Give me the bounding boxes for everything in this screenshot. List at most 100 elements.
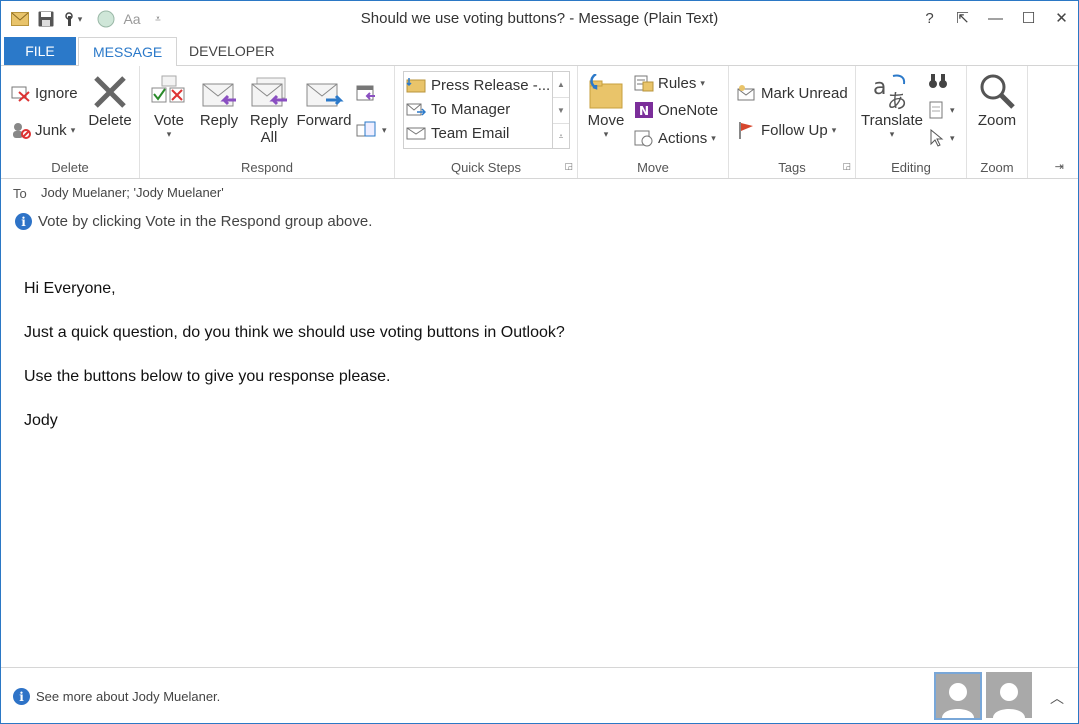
group-respond: Vote ▾ Reply Reply All Forward ▾ Respond xyxy=(140,66,395,178)
pin-ribbon-icon[interactable]: ⇥ xyxy=(1055,160,1064,173)
dialog-launcher-icon[interactable]: ◲ xyxy=(564,161,573,172)
quick-steps-gallery: Press Release -... To Manager Team Email… xyxy=(403,71,570,149)
onenote-button[interactable]: N OneNote xyxy=(634,101,718,119)
meeting-icon xyxy=(356,85,375,101)
people-pane: i See more about Jody Muelaner. ︿ xyxy=(1,667,1078,724)
vote-label: Vote xyxy=(153,112,185,129)
zoom-button[interactable]: Zoom xyxy=(973,72,1021,129)
onenote-icon: N xyxy=(635,102,653,118)
close-button[interactable]: ✕ xyxy=(1045,5,1078,31)
reply-all-label-2: All xyxy=(260,129,278,146)
reply-all-label-1: Reply xyxy=(249,112,289,129)
actions-button[interactable]: Actions ▾ xyxy=(634,129,716,147)
reply-all-button[interactable]: Reply All xyxy=(246,74,292,146)
meeting-reply-button[interactable] xyxy=(356,84,376,102)
more-respond-icon xyxy=(356,121,376,137)
svg-text:N: N xyxy=(639,104,649,118)
related-doc-icon xyxy=(929,101,943,119)
minimize-button[interactable]: — xyxy=(979,5,1012,31)
forward-label: Forward xyxy=(296,112,352,129)
ignore-icon xyxy=(11,86,30,102)
binoculars-icon xyxy=(929,74,947,88)
help-button[interactable]: ? xyxy=(913,5,946,31)
quick-step-label: Press Release -... xyxy=(431,76,551,94)
chevron-down-icon: ▾ xyxy=(700,77,705,88)
avatar[interactable] xyxy=(986,672,1032,718)
rules-button[interactable]: Rules ▾ xyxy=(634,74,705,92)
related-button[interactable]: ▾ xyxy=(928,101,955,119)
info-text: Vote by clicking Vote in the Respond gro… xyxy=(38,213,373,230)
vote-button[interactable]: Vote ▾ xyxy=(148,74,190,140)
group-move: Move ▾ Rules ▾ N OneNote Actions ▾ Move xyxy=(578,66,729,178)
quick-step-label: To Manager xyxy=(431,100,511,118)
reply-icon xyxy=(202,83,236,107)
delete-icon xyxy=(94,76,126,108)
people-info[interactable]: i See more about Jody Muelaner. xyxy=(13,688,220,705)
group-tags: Mark Unread Follow Up ▾ Tags ◲ xyxy=(729,66,856,178)
people-info-text: See more about Jody Muelaner. xyxy=(36,689,221,704)
chevron-up-icon[interactable]: ︿ xyxy=(1050,688,1064,708)
junk-label: Junk xyxy=(35,121,67,139)
junk-button[interactable]: Junk ▾ xyxy=(11,121,75,139)
move-button[interactable]: Move ▾ xyxy=(584,74,628,140)
chevron-down-icon: ▾ xyxy=(711,132,716,143)
magnifier-icon xyxy=(980,74,1015,109)
to-recipients[interactable]: Jody Muelaner; 'Jody Muelaner' xyxy=(41,185,224,200)
tab-developer[interactable]: DEVELOPER xyxy=(175,37,289,65)
group-label-tags: Tags xyxy=(778,160,806,175)
find-button[interactable] xyxy=(928,72,948,90)
quick-step-to-manager[interactable]: To Manager xyxy=(406,98,551,120)
chevron-down-icon: ▾ xyxy=(603,129,609,139)
chevron-down-icon: ▾ xyxy=(950,132,955,143)
quick-step-team-email[interactable]: Team Email xyxy=(406,122,551,144)
info-bar: i Vote by clicking Vote in the Respond g… xyxy=(15,213,372,230)
body-line: Hi Everyone, xyxy=(24,280,116,297)
move-label: Move xyxy=(587,112,625,129)
scroll-down-icon[interactable]: ▼ xyxy=(553,98,569,124)
translate-button[interactable]: aあ Translate ▾ xyxy=(860,72,924,140)
zoom-label: Zoom xyxy=(977,112,1017,129)
delete-button[interactable]: Delete xyxy=(87,74,133,129)
more-respond-button[interactable]: ▾ xyxy=(356,121,387,139)
translate-label: Translate xyxy=(861,112,923,129)
ribbon-tabs: FILE MESSAGE DEVELOPER xyxy=(1,37,1078,67)
quick-step-press-release[interactable]: Press Release -... xyxy=(406,74,551,96)
message-body[interactable]: Hi Everyone, Just a quick question, do y… xyxy=(24,279,565,455)
forward-button[interactable]: Forward xyxy=(296,74,352,129)
mark-unread-button[interactable]: Mark Unread xyxy=(737,84,848,102)
group-label-delete: Delete xyxy=(51,160,89,175)
expand-gallery-icon[interactable]: ⩡ xyxy=(553,124,569,149)
chevron-down-icon: ▾ xyxy=(70,124,76,135)
actions-icon xyxy=(634,130,653,147)
chevron-down-icon: ▾ xyxy=(166,129,172,139)
quick-step-label: Team Email xyxy=(431,124,510,142)
avatar[interactable] xyxy=(934,672,982,720)
delete-label: Delete xyxy=(88,112,132,129)
dialog-launcher-icon[interactable]: ◲ xyxy=(842,161,851,172)
person-icon xyxy=(942,683,974,718)
ignore-button[interactable]: Ignore xyxy=(11,84,78,102)
body-line: Use the buttons below to give you respon… xyxy=(24,368,391,385)
reply-label: Reply xyxy=(199,112,239,129)
rules-icon xyxy=(634,75,654,92)
vote-icon xyxy=(151,75,185,103)
ignore-label: Ignore xyxy=(35,84,78,102)
group-delete: Ignore Junk ▾ Delete Delete xyxy=(1,66,140,178)
tab-file[interactable]: FILE xyxy=(4,37,76,65)
follow-up-button[interactable]: Follow Up ▾ xyxy=(737,121,836,139)
select-button[interactable]: ▾ xyxy=(928,129,955,147)
chevron-down-icon: ▾ xyxy=(889,129,895,139)
scroll-up-icon[interactable]: ▲ xyxy=(553,72,569,98)
tab-message[interactable]: MESSAGE xyxy=(78,37,178,67)
maximize-button[interactable]: ☐ xyxy=(1012,5,1045,31)
onenote-label: OneNote xyxy=(658,101,719,119)
mark-unread-icon xyxy=(737,85,755,101)
group-label-zoom: Zoom xyxy=(980,160,1014,175)
ribbon-display-options-button[interactable]: ⇱ xyxy=(946,5,979,31)
translate-icon: aあ xyxy=(873,74,907,110)
group-zoom: Zoom Zoom xyxy=(967,66,1028,178)
reply-button[interactable]: Reply xyxy=(198,74,240,129)
window-controls: ? ⇱ — ☐ ✕ xyxy=(913,5,1078,31)
info-icon: i xyxy=(13,688,30,705)
move-folder-icon xyxy=(589,74,623,109)
